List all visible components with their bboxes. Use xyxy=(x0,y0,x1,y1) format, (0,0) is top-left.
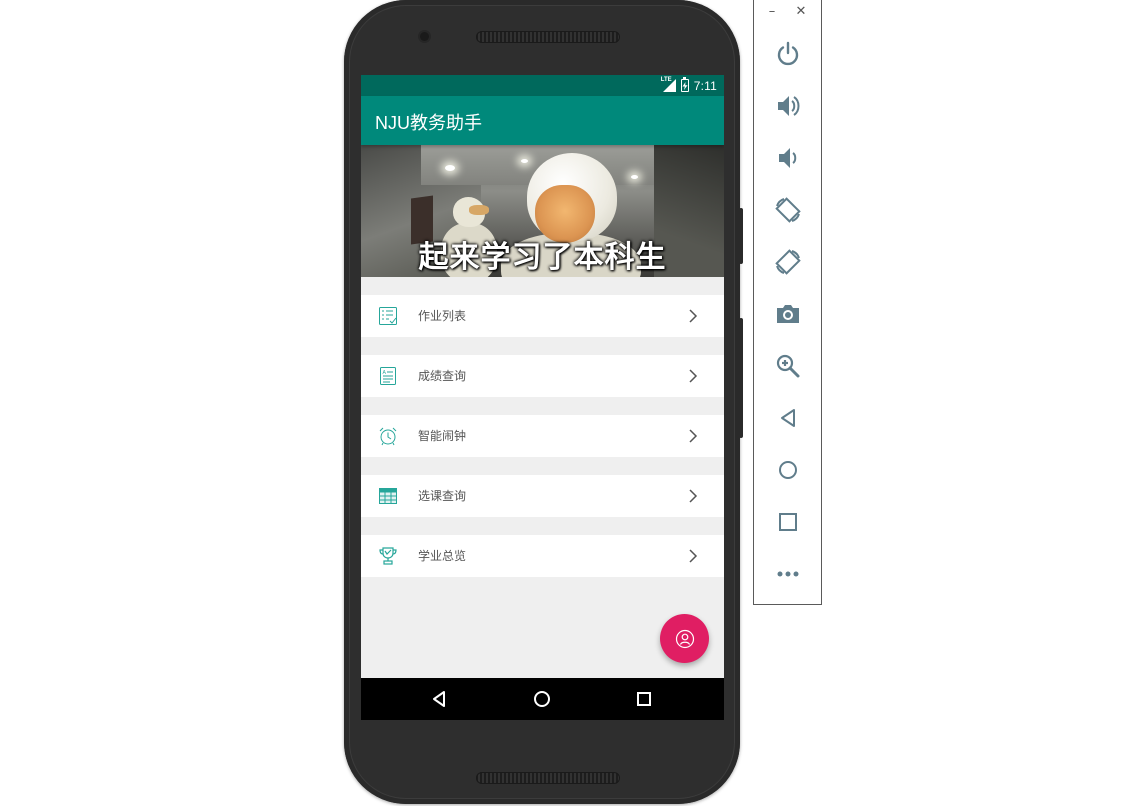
volume-down-icon xyxy=(779,148,797,168)
emulator-toolbar: – ✕ xyxy=(753,0,822,605)
recent-apps-icon xyxy=(637,692,651,706)
home-icon xyxy=(779,461,797,479)
status-clock: 7:11 xyxy=(693,78,717,93)
alarm-clock-icon xyxy=(378,426,398,446)
menu-item-label: 学业总览 xyxy=(418,549,467,563)
banner-caption: 起来学习了本科生 xyxy=(418,240,667,275)
rotate-left-icon xyxy=(775,197,801,223)
menu-item-courses[interactable]: 选课查询 xyxy=(361,475,724,517)
home-icon xyxy=(534,691,550,707)
chevron-right-icon xyxy=(685,428,701,444)
power-side-button xyxy=(739,208,743,264)
ceiling-lamp xyxy=(631,175,638,179)
front-camera xyxy=(420,32,429,41)
nav-recent-apps-button[interactable] xyxy=(634,689,654,709)
svg-text:A: A xyxy=(383,370,387,376)
zoom-icon xyxy=(776,354,800,378)
grade-report-icon: A xyxy=(378,366,398,386)
chevron-right-icon xyxy=(685,548,701,564)
emu-overview-button[interactable] xyxy=(774,508,802,536)
app-title: NJU教务助手 xyxy=(375,113,482,133)
bottom-speaker xyxy=(476,772,620,784)
overview-icon xyxy=(779,513,797,531)
earpiece-speaker xyxy=(476,31,620,43)
chevron-right-icon xyxy=(685,308,701,324)
camera-icon xyxy=(777,305,799,323)
menu-item-alarm[interactable]: 智能闹钟 xyxy=(361,415,724,457)
chevron-right-icon xyxy=(685,368,701,384)
nav-home-button[interactable] xyxy=(532,689,552,709)
menu-item-label: 选课查询 xyxy=(418,489,467,503)
ceiling-lamp xyxy=(445,165,455,171)
volume-side-button xyxy=(739,318,743,438)
more-icon xyxy=(777,571,799,577)
zoom-button[interactable] xyxy=(774,352,802,380)
big-duck-face xyxy=(535,185,595,243)
rotate-right-icon xyxy=(775,249,801,275)
status-icons: LTE 7:11 xyxy=(660,77,717,93)
menu-item-label: 智能闹钟 xyxy=(418,429,467,443)
network-type-label: LTE xyxy=(660,77,672,83)
user-profile-icon xyxy=(675,629,695,649)
menu-item-homework[interactable]: 作业列表 xyxy=(361,295,724,337)
volume-up-icon xyxy=(778,96,800,116)
ceiling-lamp xyxy=(521,159,528,163)
signal-icon: LTE xyxy=(660,77,676,92)
volume-up-button[interactable] xyxy=(774,92,802,120)
menu-item-label: 成绩查询 xyxy=(418,369,467,383)
menu-item-grades[interactable]: A 成绩查询 xyxy=(361,355,724,397)
menu-item-overview[interactable]: 学业总览 xyxy=(361,535,724,577)
rotate-right-button[interactable] xyxy=(774,248,802,276)
nav-back-button[interactable] xyxy=(430,689,450,709)
table-grid-icon xyxy=(378,486,398,506)
volume-down-button[interactable] xyxy=(774,144,802,172)
checklist-icon xyxy=(378,306,398,326)
close-button[interactable]: ✕ xyxy=(794,4,808,20)
power-icon xyxy=(777,41,799,66)
menu-item-label: 作业列表 xyxy=(418,309,467,323)
charging-bolt-icon xyxy=(682,81,688,90)
banner-image: 起来学习了本科生 xyxy=(361,145,724,277)
emu-back-button[interactable] xyxy=(774,404,802,432)
minimize-button[interactable]: – xyxy=(765,4,779,20)
navigation-bar xyxy=(361,678,724,720)
profile-fab-button[interactable] xyxy=(660,614,709,663)
power-button[interactable] xyxy=(774,40,802,68)
trophy-icon xyxy=(378,546,398,566)
more-options-button[interactable] xyxy=(774,560,802,588)
banner-door xyxy=(411,195,433,245)
battery-icon xyxy=(680,77,689,92)
app-bar: NJU教务助手 xyxy=(361,96,724,145)
device-screen: LTE 7:11 NJU教务助手 起来学习了本科生 作业列表 A 成绩查询 智能… xyxy=(361,75,724,720)
back-icon xyxy=(781,409,795,427)
emu-home-button[interactable] xyxy=(774,456,802,484)
screenshot-button[interactable] xyxy=(774,300,802,328)
chevron-right-icon xyxy=(685,488,701,504)
back-icon xyxy=(433,691,445,707)
small-duck-beak xyxy=(469,205,489,215)
rotate-left-button[interactable] xyxy=(774,196,802,224)
status-bar: LTE 7:11 xyxy=(361,75,724,96)
